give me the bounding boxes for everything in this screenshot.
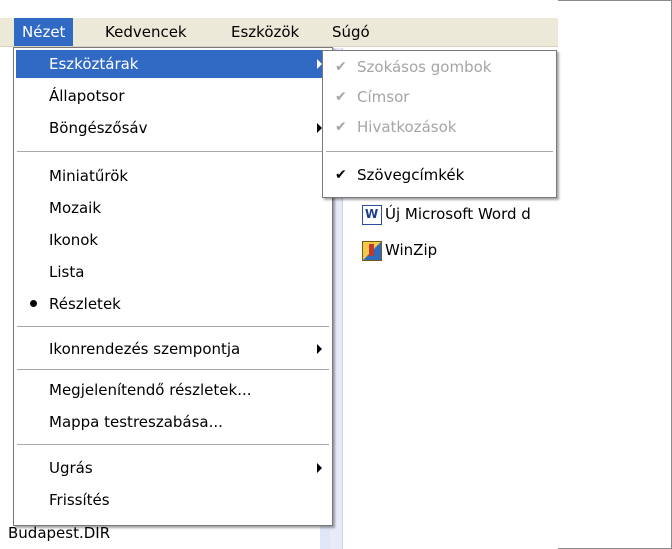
submenu-item-standard-buttons[interactable]: ✔ Szokásos gombok bbox=[325, 54, 554, 80]
menu-item-details[interactable]: Részletek bbox=[16, 290, 330, 318]
menu-item-explorer-bar[interactable]: Böngészősáv bbox=[16, 114, 330, 142]
file-name: WinZip bbox=[385, 241, 438, 259]
menu-separator bbox=[17, 326, 329, 327]
menu-item-go-to[interactable]: Ugrás bbox=[16, 454, 330, 482]
left-panel-edge bbox=[0, 0, 12, 549]
menu-item-label: Megjelenítendő részletek... bbox=[49, 381, 252, 399]
menu-item-label: Állapotsor bbox=[49, 87, 125, 105]
menu-item-label: Eszköztárak bbox=[49, 55, 139, 73]
submenu-item-label: Címsor bbox=[357, 88, 410, 106]
menu-item-list[interactable]: Lista bbox=[16, 258, 330, 286]
menu-help[interactable]: Súgó bbox=[324, 18, 378, 46]
submenu-item-label: Szokásos gombok bbox=[357, 58, 492, 76]
file-name: Új Microsoft Word d bbox=[385, 205, 531, 223]
checkmark-icon: ✔ bbox=[335, 89, 347, 105]
menu-item-label: Frissítés bbox=[49, 491, 110, 509]
menu-item-toolbars[interactable]: Eszköztárak bbox=[16, 50, 330, 78]
menu-item-choose-details[interactable]: Megjelenítendő részletek... bbox=[16, 376, 330, 404]
menu-item-label: Ikonok bbox=[49, 231, 99, 249]
word-document-icon bbox=[362, 204, 382, 225]
menu-item-label: Lista bbox=[49, 263, 85, 281]
menu-item-label: Részletek bbox=[49, 295, 121, 313]
checkmark-icon: ✔ bbox=[335, 59, 347, 75]
menu-item-status-bar[interactable]: Állapotsor bbox=[16, 82, 330, 110]
menu-item-arrange-icons[interactable]: Ikonrendezés szempontja bbox=[16, 335, 330, 363]
menu-bar: Nézet Kedvencek Eszközök Súgó bbox=[0, 18, 558, 47]
menu-item-label: Ikonrendezés szempontja bbox=[49, 340, 241, 358]
menu-tools[interactable]: Eszközök bbox=[223, 18, 307, 46]
menu-item-customize-folder[interactable]: Mappa testreszabása... bbox=[16, 408, 330, 436]
menu-favorites[interactable]: Kedvencek bbox=[97, 18, 195, 46]
winzip-icon bbox=[362, 240, 382, 261]
submenu-item-address-bar[interactable]: ✔ Címsor bbox=[325, 84, 554, 110]
submenu-item-links[interactable]: ✔ Hivatkozások bbox=[325, 114, 554, 140]
menu-separator bbox=[17, 369, 329, 370]
file-item[interactable]: WinZip bbox=[362, 238, 437, 262]
menu-view[interactable]: Nézet bbox=[14, 18, 74, 46]
submenu-arrow-icon bbox=[317, 463, 322, 473]
folder-item[interactable]: Budapest.DIR bbox=[8, 524, 110, 542]
menu-item-label: Ugrás bbox=[49, 459, 93, 477]
menu-item-label: Mappa testreszabása... bbox=[49, 413, 223, 431]
menu-separator bbox=[326, 151, 553, 152]
checkmark-icon: ✔ bbox=[335, 167, 347, 183]
menu-item-tiles[interactable]: Mozaik bbox=[16, 194, 330, 222]
submenu-item-label: Hivatkozások bbox=[357, 118, 457, 136]
menu-item-label: Mozaik bbox=[49, 199, 102, 217]
view-menu: Eszköztárak Állapotsor Böngészősáv Minia… bbox=[13, 47, 333, 526]
menu-item-icons[interactable]: Ikonok bbox=[16, 226, 330, 254]
menu-item-label: Böngészősáv bbox=[49, 119, 148, 137]
menu-separator bbox=[17, 151, 329, 152]
menu-item-label: Miniatűrök bbox=[49, 167, 129, 185]
submenu-item-label: Szövegcímkék bbox=[357, 166, 465, 184]
menu-separator bbox=[17, 444, 329, 445]
submenu-arrow-icon bbox=[317, 344, 322, 354]
radio-bullet-icon bbox=[30, 300, 37, 307]
submenu-item-text-labels[interactable]: ✔ Szövegcímkék bbox=[325, 162, 554, 188]
checkmark-icon: ✔ bbox=[335, 119, 347, 135]
file-item[interactable]: Új Microsoft Word d bbox=[362, 202, 531, 226]
menu-item-thumbnails[interactable]: Miniatűrök bbox=[16, 162, 330, 190]
menu-item-refresh[interactable]: Frissítés bbox=[16, 486, 330, 514]
toolbars-submenu: ✔ Szokásos gombok ✔ Címsor ✔ Hivatkozáso… bbox=[322, 50, 557, 198]
